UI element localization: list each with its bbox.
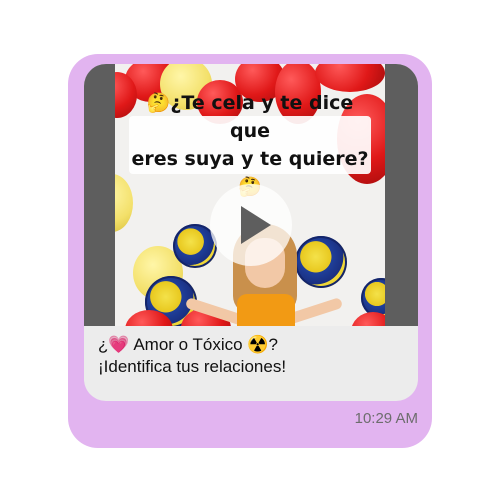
play-icon[interactable] [210,184,292,266]
message-text-line-2: ¡Identifica tus relaciones! [98,357,287,376]
message-text: ¿💗 Amor o Tóxico ☢️? ¡Identifica tus rel… [98,334,408,378]
video-caption: 🤔¿Te cela y te dice que eres suya y te q… [129,92,371,198]
video-thumbnail[interactable]: 🤔¿Te cela y te dice que eres suya y te q… [84,64,418,326]
message-text-line-1: ¿💗 Amor o Tóxico ☢️? [98,335,278,354]
message-card[interactable]: 🤔¿Te cela y te dice que eres suya y te q… [84,64,418,401]
message-timestamp: 10:29 AM [354,410,418,427]
